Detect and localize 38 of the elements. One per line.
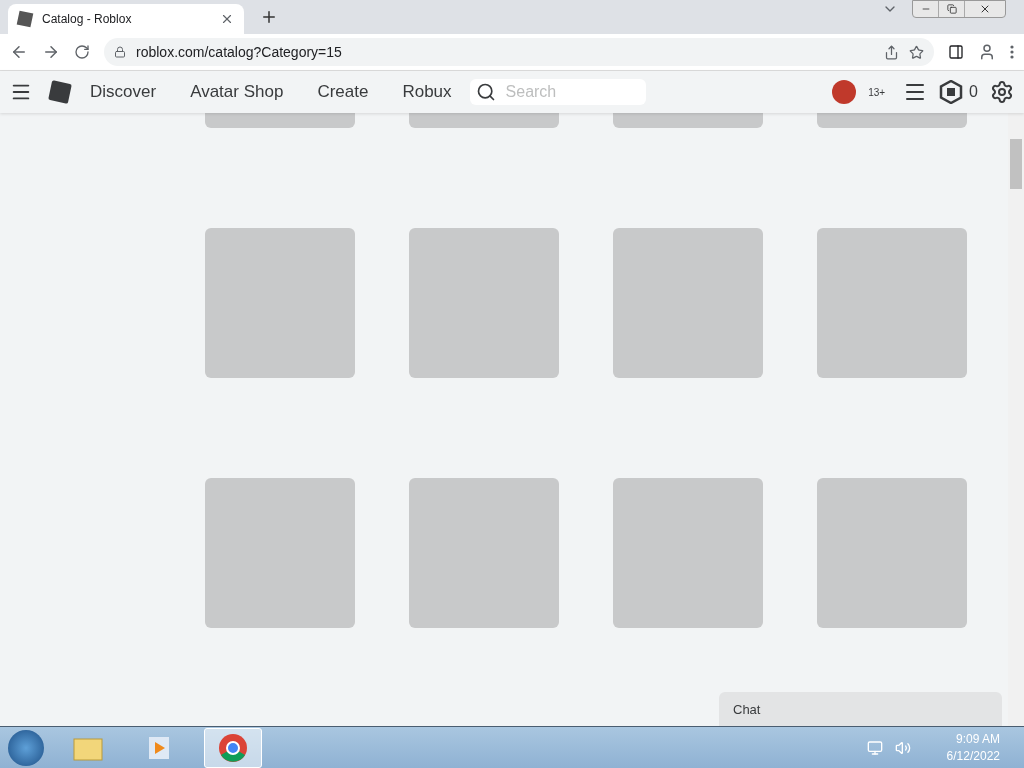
browser-tab[interactable]: Catalog - Roblox [8,4,244,34]
avatar-icon[interactable] [832,80,857,104]
search-bar[interactable]: Search [469,79,646,105]
back-button[interactable] [10,43,28,61]
side-panel-button[interactable] [948,44,964,60]
url-text: roblox.com/catalog?Category=15 [136,44,343,60]
restore-icon [946,4,957,14]
forward-button[interactable] [42,43,60,61]
profile-button[interactable] [978,43,996,61]
settings-button[interactable] [990,80,1014,104]
nav-link[interactable]: Create [317,82,369,102]
close-icon [979,3,991,15]
nav-link[interactable]: Robux [402,82,452,102]
network-icon[interactable] [866,739,883,756]
search-icon [475,82,496,102]
more-vertical-icon [1010,45,1014,59]
nav-link[interactable]: Avatar Shop [190,82,284,102]
tab-title: Catalog - Roblox [42,12,133,26]
robux-balance: 0 [969,83,978,101]
volume-icon[interactable] [894,739,911,756]
lock-icon [114,46,126,58]
age-rating-label: 13+ [868,86,886,98]
scrollbar[interactable] [1008,113,1024,726]
share-button[interactable] [884,44,899,60]
chrome-icon[interactable] [204,727,262,768]
roblox-logo-icon[interactable] [48,80,72,104]
nav-link[interactable]: Discover [90,82,157,102]
reload-button[interactable] [74,44,90,60]
bookmark-star-button[interactable] [909,44,924,60]
start-button[interactable] [8,729,44,766]
search-field[interactable]: Search [503,82,628,102]
menu-button[interactable] [1010,45,1014,59]
close-tab-button[interactable] [220,12,234,26]
roblox-logo-icon [16,10,34,28]
address-bar[interactable]: roblox.com/catalog?Category=15 [104,38,934,66]
new-tab-button[interactable] [260,8,278,26]
chat-bar[interactable]: Chat [719,692,1002,726]
robux-icon[interactable] [939,80,964,104]
